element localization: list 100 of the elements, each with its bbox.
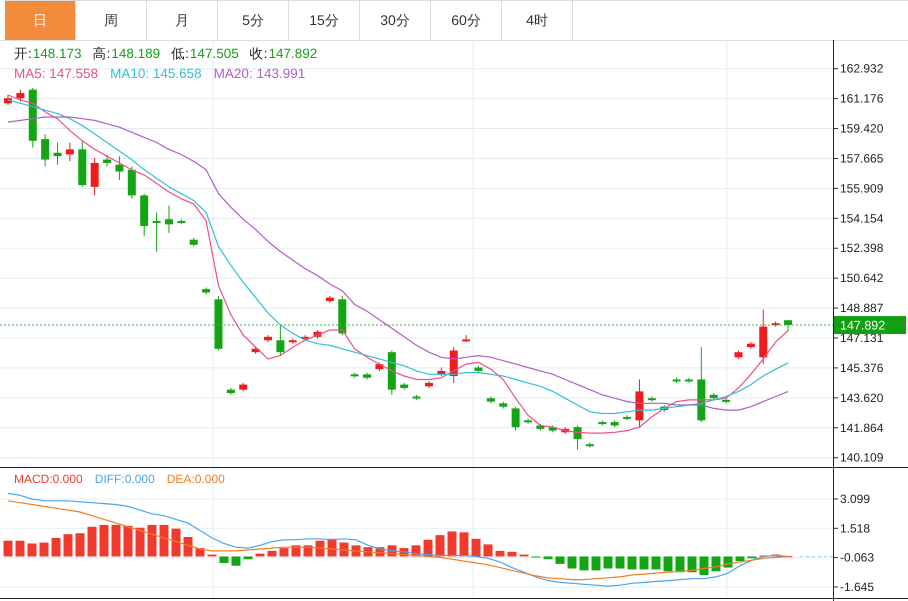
legend-value: 148.173 [32,47,82,60]
histogram-bar [688,556,696,572]
candlestick [710,392,718,400]
legend-value: 147.892 [268,47,318,60]
candlestick [288,338,297,344]
histogram-bar [640,556,648,570]
histogram-bar [508,552,516,556]
histogram-bar [172,528,180,556]
candlestick [412,394,421,400]
candlestick [363,372,372,380]
candlestick [103,154,112,167]
histogram-bar [652,556,660,570]
axis-label: 140.109 [840,450,884,465]
candlestick [437,367,446,377]
axis-label: 152.398 [840,241,884,256]
legend-label: 开: [14,47,32,60]
histogram-bar [460,532,468,556]
candlestick [424,380,433,388]
candlestick [128,166,136,200]
histogram-bar [148,524,156,556]
legend-value: :0.000 [121,473,155,485]
histogram-bar [88,526,96,556]
candlestick [536,423,544,432]
axis-label: 162.932 [840,62,884,76]
histogram-bar [556,556,564,564]
axis-label: 141.864 [840,420,884,435]
candlestick [474,365,482,374]
candlestick [746,341,755,350]
histogram-bar [64,534,72,556]
axis-label: -1.645 [840,580,874,594]
candlestick [635,378,644,428]
candlestick [610,420,619,428]
candlestick [734,350,742,360]
candlestick [375,362,384,372]
histogram-bar [568,556,576,569]
histogram-bar [448,531,456,556]
candlestick [140,193,148,237]
histogram-bar [316,540,324,556]
histogram-bar [472,538,480,556]
histogram-bar [604,556,612,569]
histogram-bar [484,544,492,556]
histogram-bar [340,542,348,556]
legend-label: 高: [92,47,110,60]
legend-value: 148.189 [111,47,160,60]
legend-label: MA5 [14,67,42,80]
price-tag [834,316,906,334]
candlestick [78,140,86,188]
candlestick [239,382,248,392]
legend-label: MA20 [214,67,249,80]
price-label: 147.892 [840,318,886,333]
candlestick [660,404,668,412]
axis-label: 145.376 [840,360,884,375]
candlestick [301,334,310,341]
histogram-bar [700,556,708,575]
histogram-bar [256,554,264,556]
histogram-bar [580,556,588,570]
histogram-bar [748,556,756,558]
candlestick [759,309,768,365]
histogram-bar [592,556,600,570]
candlestick [4,94,12,106]
legend-label: DEA [166,473,192,485]
axis-label: 1.518 [840,521,870,536]
axis-label: 147.131 [840,331,884,346]
legend-value: :0.000 [49,473,83,485]
legend-label: 收: [250,47,268,60]
candlestick [499,401,508,409]
axis-label: 143.620 [840,390,884,405]
candlestick [276,324,284,356]
histogram-bar [112,524,120,556]
histogram-bar [268,550,276,556]
histogram-bar [304,545,312,556]
histogram-bar [124,526,132,556]
candlestick [512,406,520,432]
candlestick [41,134,50,167]
legend-value: : 145.658 [145,67,202,80]
legend-label: 低: [171,47,189,60]
histogram-bar [28,543,36,556]
histogram-bar [244,556,252,560]
candlestick [66,142,74,162]
candlestick [252,346,260,354]
candlestick [388,350,396,396]
histogram-bar [136,528,144,556]
histogram-bar [628,556,636,570]
histogram-bar [4,540,12,556]
legend-value: 147.505 [190,47,239,60]
candlestick [450,346,458,384]
histogram-bar [616,556,624,569]
candlestick [326,295,334,304]
histogram-bar [40,542,48,556]
candlestick [214,295,222,351]
histogram-bar [664,556,672,572]
candlestick [28,88,37,148]
candlestick [16,89,24,102]
histogram-bar [100,524,108,556]
histogram-bar [544,556,552,560]
histogram-bar [292,545,300,556]
candlestick [462,334,470,342]
candlestick [190,237,198,247]
candlestick [264,334,272,342]
axis-label: 150.642 [840,271,884,286]
